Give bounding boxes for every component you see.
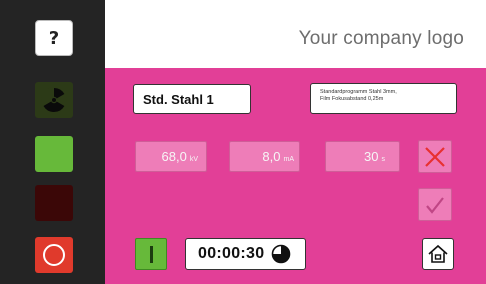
header: Your company logo [105,0,486,68]
current-value: 8,0 [262,149,281,164]
check-icon [426,196,444,214]
home-icon [428,244,448,263]
program-description-line2: Film Fokusabstand 0,25m [320,96,384,102]
pie-clock-icon [272,244,291,264]
cancel-button[interactable] [418,140,452,173]
voltage-value: 68,0 [161,149,187,164]
time-value: 30 [364,149,379,164]
sidebar: ? [0,0,105,284]
voltage-field[interactable]: 68,0 kV [135,141,207,172]
ready-indicator [35,136,73,172]
time-unit: s [381,156,386,163]
start-button[interactable] [135,238,167,270]
current-unit: mA [283,156,295,163]
program-name-field[interactable]: Std. Stahl 1 [133,84,251,114]
company-logo: Your company logo [298,28,464,49]
timer-display: 00:00:30 [185,238,306,270]
power-ring-icon [43,244,65,266]
confirm-button[interactable] [418,188,452,221]
current-field[interactable]: 8,0 mA [229,141,300,172]
home-button[interactable] [422,238,454,270]
warning-indicator [35,185,73,221]
power-button[interactable] [35,237,73,273]
close-icon [425,146,445,167]
main-panel: Std. Stahl 1 Standardprogramm Stahl 3mm,… [105,68,486,284]
program-description-field[interactable]: Standardprogramm Stahl 3mm, Film Fokusab… [310,83,457,114]
start-bar-icon [149,245,153,263]
program-description-line1: Standardprogramm Stahl 3mm, [320,89,397,95]
voltage-unit: kV [189,156,198,163]
timer-value: 00:00:30 [198,245,265,262]
help-label: ? [48,27,60,49]
radiation-icon [41,87,67,113]
help-button[interactable]: ? [35,20,73,56]
time-field[interactable]: 30 s [325,141,400,172]
radiation-indicator [35,82,73,118]
